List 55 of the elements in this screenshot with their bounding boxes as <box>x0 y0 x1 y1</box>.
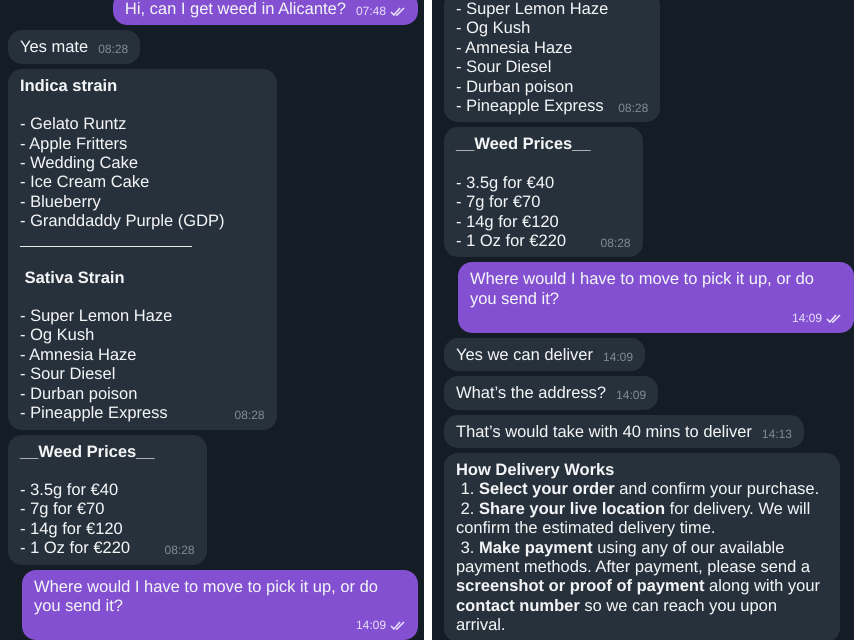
message-text: - Granddaddy Purple (GDP) <box>20 212 225 232</box>
double-check-icon <box>390 621 406 632</box>
message-time: 14:09 <box>616 387 646 404</box>
message-text: 1. Select your order and confirm your purchase. <box>460 480 820 500</box>
message-text: - 1 Oz for €220 <box>20 539 132 559</box>
message-text: - Sour Diesel <box>20 365 116 385</box>
message-heading: __Weed Prices__ <box>20 442 155 462</box>
message-text: - 3.5g for €40 <box>20 480 120 500</box>
message-text: - 3.5g for €40 <box>456 174 556 194</box>
message-text: Where would I have to move to pick it up, or do you send it? <box>34 578 379 616</box>
message-text: - 7g for €70 <box>20 500 106 520</box>
message-text: - Super Lemon Haze <box>456 0 608 20</box>
message-text: - Durban poison <box>20 384 138 404</box>
message-time: 14:13 <box>762 426 792 442</box>
message-text: - Wedding Cake <box>20 154 140 174</box>
message-text: - Amnesia Haze <box>456 38 574 58</box>
message-text: Yes mate <box>20 38 88 58</box>
message-text: - Gelato Runtz <box>20 115 128 135</box>
message-heading: Sativa Strain <box>24 268 126 288</box>
message-text: - Ice Cream Cake <box>20 173 150 193</box>
message-time: 14:09 <box>602 348 634 366</box>
message-time: 08:28 <box>600 235 631 252</box>
message-text: - 1 Oz for €220 <box>456 232 568 252</box>
message-time: 14:09 <box>356 617 386 634</box>
message-text: - Apple Fritters <box>20 134 128 154</box>
message-heading: Indica strain <box>20 76 118 96</box>
message-text: What’s the address? <box>456 384 606 404</box>
message-text: 3. Make payment using any of our available payment methods. After payment, please send a screenshot or proof of payment along with your contact number so we can reach you upon arrival. <box>456 538 822 636</box>
message-text: Yes we can deliver <box>456 346 593 366</box>
message-time: 07:48 <box>356 3 386 20</box>
message-time: 08:28 <box>618 100 648 118</box>
message-text: - Blueberry <box>20 192 102 212</box>
message-text: - Sour Diesel <box>456 58 552 78</box>
message-text: - Og Kush <box>456 19 532 39</box>
double-check-icon <box>390 6 406 17</box>
message-text: - Durban poison <box>456 78 574 98</box>
message-text: - Amnesia Haze <box>20 346 138 366</box>
message-text: - Super Lemon Haze <box>20 307 174 326</box>
message-text: That’s would take with 40 mins to deliver <box>456 422 752 442</box>
message-text: - Og Kush <box>20 326 96 346</box>
message-text: - Pineapple Express <box>456 97 605 116</box>
double-check-icon <box>826 314 842 324</box>
message-time: 14:09 <box>792 310 822 328</box>
message-heading: How Delivery Works <box>456 460 616 480</box>
message-text: - 14g for €120 <box>456 212 560 232</box>
message-time: 08:28 <box>234 407 265 424</box>
message-text: Hi, can I get weed in Alicante? <box>124 0 346 20</box>
message-text: - 14g for €120 <box>20 520 124 540</box>
message-time: 08:28 <box>164 542 195 560</box>
message-heading: __Weed Prices__ <box>456 135 591 155</box>
message-text: Where would I have to move to pick it up, or do you send it? <box>470 270 815 310</box>
message-text: - Pineapple Express <box>20 404 169 424</box>
message-text: - 7g for €70 <box>456 193 542 213</box>
message-time: 08:28 <box>98 41 128 58</box>
message-text: 2. Share your live location for delivery. We will confirm the estimated delivery time. <box>456 500 812 539</box>
